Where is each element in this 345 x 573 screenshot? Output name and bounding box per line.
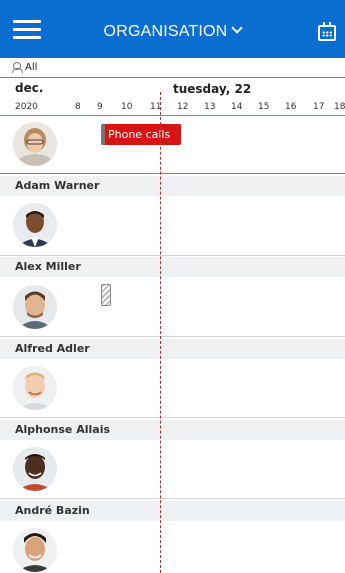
calendar-icon[interactable] [318,22,336,41]
divider [0,255,345,256]
divider [0,336,345,337]
event-phone-calls[interactable]: Phone calls [101,124,181,145]
hour-tick: 8 [75,102,81,112]
hour-tick: 10 [121,102,133,112]
avatar[interactable] [13,528,57,572]
event-block[interactable] [101,284,111,306]
year-label: 2020 [15,102,38,112]
filter-all[interactable]: All [12,60,37,74]
hour-tick: 17 [313,102,325,112]
person-name[interactable]: Alfred Adler [0,339,345,359]
divider [0,417,345,418]
avatar[interactable] [13,447,57,491]
hour-tick: 12 [177,102,189,112]
chevron-down-icon [231,22,244,34]
person-name[interactable]: Adam Warner [0,176,345,196]
hour-tick: 9 [97,102,103,112]
hour-tick: 13 [204,102,216,112]
divider [0,173,345,174]
divider [0,77,345,78]
current-time-line [160,92,161,573]
top-bar: ORGANISATION [0,0,345,58]
avatar[interactable] [13,203,57,247]
avatar[interactable] [13,122,57,166]
divider [0,115,345,116]
avatar[interactable] [13,285,57,329]
group-icon [12,62,23,73]
month-label: dec. [15,81,44,95]
person-name[interactable]: André Bazin [0,501,345,521]
person-name[interactable]: Alphonse Allais [0,420,345,440]
hour-tick: 15 [258,102,270,112]
day-label: tuesday, 22 [173,82,252,96]
divider [0,498,345,499]
hour-tick: 14 [231,102,243,112]
organisation-dropdown[interactable]: ORGANISATION [0,0,345,58]
hour-tick: 18 [334,102,345,112]
avatar[interactable] [13,366,57,410]
page-title: ORGANISATION [103,23,228,40]
person-name[interactable]: Alex Miller [0,257,345,277]
hour-tick: 16 [285,102,297,112]
filter-label: All [25,61,38,73]
